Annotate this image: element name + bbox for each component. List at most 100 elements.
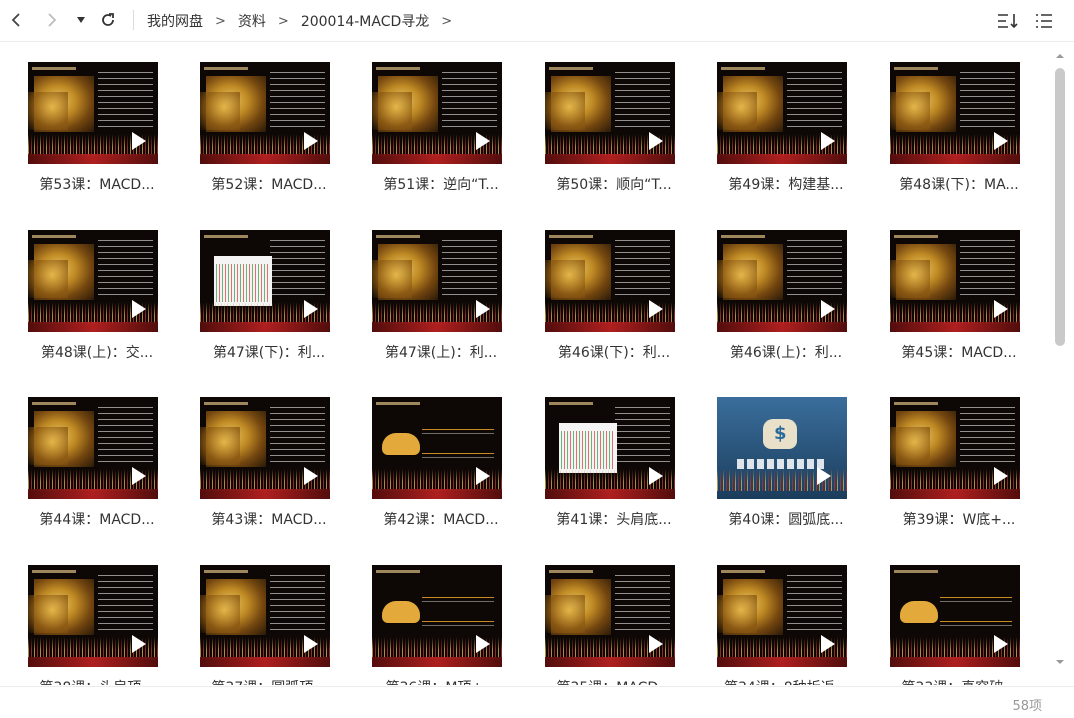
refresh-button[interactable] [96, 8, 120, 32]
file-item[interactable]: 第51课：逆向“T... [361, 62, 521, 212]
file-item[interactable]: 第47课(下)：利... [189, 230, 349, 380]
file-item[interactable]: 第35课：MACD... [534, 565, 694, 685]
play-icon [304, 132, 318, 150]
file-name: 第41课：头肩底... [556, 512, 672, 528]
file-item[interactable]: 第49课：构建基... [706, 62, 866, 212]
video-thumbnail[interactable] [717, 62, 847, 164]
file-item[interactable]: 第41课：头肩底... [534, 397, 694, 547]
video-thumbnail[interactable] [545, 397, 675, 499]
video-thumbnail[interactable] [545, 565, 675, 667]
file-item[interactable]: 第50课：顺向“T... [534, 62, 694, 212]
file-name: 第35课：MACD... [534, 677, 694, 685]
video-thumbnail[interactable] [372, 62, 502, 164]
file-item[interactable]: 第37课：圆弧顶... [189, 565, 349, 685]
play-icon [821, 635, 835, 653]
file-item[interactable]: 第45课：MACD... [879, 230, 1039, 380]
play-icon [304, 635, 318, 653]
file-item[interactable]: 第46课(下)：利... [534, 230, 694, 380]
history-dropdown-button[interactable] [72, 8, 90, 32]
video-thumbnail[interactable] [28, 62, 158, 164]
play-icon [476, 467, 490, 485]
file-name: 第48课(下)：MA... [899, 177, 1019, 193]
video-thumbnail[interactable] [890, 397, 1020, 499]
play-icon [994, 467, 1008, 485]
video-thumbnail[interactable] [200, 62, 330, 164]
play-icon [649, 300, 663, 318]
file-item[interactable]: 第33课：真突破... [879, 565, 1039, 685]
video-thumbnail[interactable] [200, 230, 330, 332]
file-name: 第49课：构建基... [728, 177, 844, 193]
file-item[interactable]: 第52课：MACD... [189, 62, 349, 212]
video-thumbnail[interactable] [717, 565, 847, 667]
file-item[interactable]: 第39课：W底+... [879, 397, 1039, 547]
video-thumbnail[interactable] [28, 230, 158, 332]
file-name: 第46课(上)：利... [729, 345, 843, 361]
file-name: 第36课：M顶+... [361, 677, 521, 685]
file-item[interactable]: 第36课：M顶+... [361, 565, 521, 685]
file-item[interactable]: 第46课(上)：利... [706, 230, 866, 380]
scroll-down-icon[interactable] [1054, 656, 1066, 668]
play-icon [994, 132, 1008, 150]
scrollbar-thumb[interactable] [1055, 68, 1065, 346]
play-icon [649, 132, 663, 150]
vertical-scrollbar[interactable] [1054, 50, 1066, 670]
file-item[interactable]: 第48课(上)：交... [17, 230, 177, 380]
toolbar-divider [133, 10, 134, 30]
chevron-left-icon [11, 13, 20, 27]
video-thumbnail[interactable] [28, 565, 158, 667]
video-thumbnail[interactable] [890, 62, 1020, 164]
file-name: 第53课：MACD... [39, 177, 155, 193]
status-bar: 58项 [0, 686, 1074, 718]
video-thumbnail[interactable] [717, 397, 847, 499]
play-icon [476, 132, 490, 150]
breadcrumb-item-folder[interactable]: 资料 [238, 11, 266, 31]
file-name: 第33课：真突破... [879, 677, 1039, 685]
play-icon [821, 300, 835, 318]
caret-down-icon [77, 17, 85, 23]
video-thumbnail[interactable] [890, 230, 1020, 332]
breadcrumb-item-root[interactable]: 我的网盘 [147, 11, 203, 31]
file-name: 第34课：8种折返... [706, 677, 866, 685]
item-count: 58项 [1012, 699, 1042, 714]
breadcrumb-item-current[interactable]: 200014-MACD寻龙 [301, 11, 429, 31]
file-item[interactable]: 第53课：MACD... [17, 62, 177, 212]
file-item[interactable]: 第43课：MACD... [189, 397, 349, 547]
video-thumbnail[interactable] [200, 397, 330, 499]
file-name: 第43课：MACD... [211, 512, 327, 528]
toolbar: 我的网盘 > 资料 > 200014-MACD寻龙 > [0, 0, 1074, 42]
file-item[interactable]: 第40课：圆弧底... [706, 397, 866, 547]
file-name: 第38课：头肩顶... [17, 677, 177, 685]
file-name: 第50课：顺向“T... [556, 177, 672, 193]
scroll-up-icon[interactable] [1054, 50, 1066, 62]
file-name: 第47课(上)：利... [384, 345, 498, 361]
breadcrumb-separator: > [215, 13, 226, 29]
file-item[interactable]: 第48课(下)：MA... [879, 62, 1039, 212]
file-item[interactable]: 第34课：8种折返... [706, 565, 866, 685]
file-item[interactable]: 第42课：MACD... [361, 397, 521, 547]
video-thumbnail[interactable] [372, 565, 502, 667]
back-button[interactable] [4, 8, 28, 32]
play-icon [304, 300, 318, 318]
video-thumbnail[interactable] [372, 397, 502, 499]
file-item[interactable]: 第47课(上)：利... [361, 230, 521, 380]
sort-button[interactable] [996, 10, 1020, 32]
file-name: 第44课：MACD... [39, 512, 155, 528]
breadcrumb: 我的网盘 > 资料 > 200014-MACD寻龙 > [147, 11, 464, 31]
file-item[interactable]: 第44课：MACD... [17, 397, 177, 547]
forward-button[interactable] [40, 8, 64, 32]
breadcrumb-expand-separator[interactable]: > [441, 14, 452, 29]
video-thumbnail[interactable] [545, 62, 675, 164]
video-thumbnail[interactable] [200, 565, 330, 667]
file-name: 第47课(下)：利... [212, 345, 326, 361]
file-item[interactable]: 第38课：头肩顶... [17, 565, 177, 685]
view-mode-button[interactable] [1032, 10, 1056, 32]
video-thumbnail[interactable] [545, 230, 675, 332]
video-thumbnail[interactable] [717, 230, 847, 332]
file-name: 第42课：MACD... [383, 512, 499, 528]
play-icon [132, 132, 146, 150]
refresh-icon [102, 13, 114, 26]
video-thumbnail[interactable] [890, 565, 1020, 667]
video-thumbnail[interactable] [28, 397, 158, 499]
video-thumbnail[interactable] [372, 230, 502, 332]
breadcrumb-separator: > [277, 13, 289, 29]
